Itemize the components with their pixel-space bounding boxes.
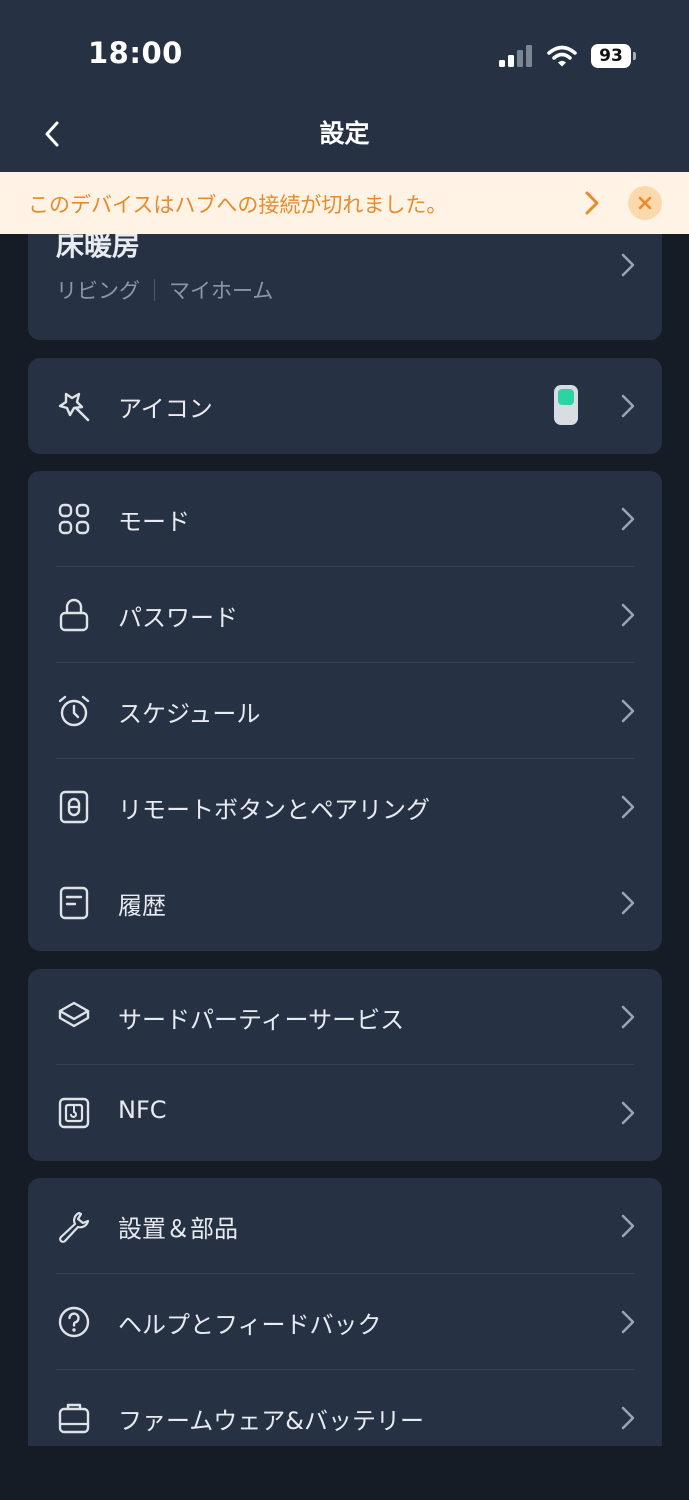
firmware-icon — [56, 1400, 92, 1436]
list-item-firmware-battery[interactable]: ファームウェア&バッテリー — [28, 1370, 662, 1466]
chevron-right-icon[interactable] — [578, 187, 606, 219]
chevron-right-icon — [618, 1002, 638, 1032]
chevron-right-icon — [618, 504, 638, 534]
banner-close-button[interactable] — [628, 186, 662, 220]
chevron-right-icon — [618, 1403, 638, 1433]
device-thumbnail-screen — [558, 389, 574, 405]
list-item-mode[interactable]: モード — [28, 471, 662, 567]
row-label: 履歴 — [118, 892, 166, 920]
lock-icon — [56, 597, 92, 633]
list-item-schedule[interactable]: スケジュール — [28, 663, 662, 759]
meta-divider — [154, 279, 155, 301]
list-item-help[interactable]: ヘルプとフィードバック — [28, 1274, 662, 1370]
settings-group-1: モード パスワード スケジュール リモートボタンとペアリング 履歴 — [28, 471, 662, 951]
signal-icon — [499, 45, 533, 67]
chevron-right-icon — [618, 1098, 638, 1128]
list-item-history[interactable]: 履歴 — [28, 855, 662, 951]
document-icon — [56, 885, 92, 921]
chevron-right-icon — [618, 600, 638, 630]
row-label: アイコン — [118, 395, 213, 423]
top-bar: 18:00 93 設定 — [0, 0, 689, 172]
row-label: モード — [118, 508, 190, 536]
chevron-right-icon — [618, 1307, 638, 1337]
list-item-icon[interactable]: アイコン — [28, 358, 662, 454]
row-label: ファームウェア&バッテリー — [118, 1407, 424, 1435]
nfc-icon — [56, 1095, 92, 1131]
row-label: NFC — [118, 1096, 167, 1124]
device-room: リビング — [56, 279, 140, 303]
list-item-third-party[interactable]: サードパーティーサービス — [28, 969, 662, 1065]
list-item-nfc[interactable]: NFC — [28, 1065, 662, 1161]
battery-indicator: 93 — [591, 44, 636, 68]
device-home: マイホーム — [169, 279, 274, 303]
status-icons: 93 — [499, 40, 636, 72]
wrench-icon — [56, 1208, 92, 1244]
settings-screen: 18:00 93 設定 床暖房 リビング マイホーム このデバイスはハブへの接続… — [0, 0, 689, 1500]
battery-level: 93 — [599, 46, 623, 66]
row-label: リモートボタンとペアリング — [118, 796, 430, 824]
page-title: 設定 — [319, 119, 370, 148]
remote-icon — [56, 789, 92, 825]
status-time: 18:00 — [88, 36, 183, 70]
list-item-password[interactable]: パスワード — [28, 567, 662, 663]
chevron-right-icon — [618, 792, 638, 822]
banner-message: このデバイスはハブへの接続が切れました。 — [28, 193, 448, 217]
list-item-installation[interactable]: 設置＆部品 — [28, 1178, 662, 1274]
row-label: パスワード — [118, 604, 238, 632]
settings-group-2: サードパーティーサービス NFC — [28, 969, 662, 1161]
icon-card: アイコン — [28, 358, 662, 454]
alarm-clock-icon — [56, 693, 92, 729]
list-item-remote-pairing[interactable]: リモートボタンとペアリング — [28, 759, 662, 855]
row-label: サードパーティーサービス — [118, 1006, 405, 1034]
wifi-icon — [547, 45, 577, 67]
chevron-right-icon — [618, 888, 638, 918]
row-label: スケジュール — [118, 700, 261, 728]
grid-icon — [56, 501, 92, 537]
disconnect-banner[interactable]: このデバイスはハブへの接続が切れました。 — [0, 172, 689, 234]
settings-group-3: 設置＆部品 ヘルプとフィードバック ファームウェア&バッテリー — [28, 1178, 662, 1446]
chevron-right-icon — [618, 696, 638, 726]
close-icon — [638, 196, 652, 210]
layers-icon — [56, 999, 92, 1035]
device-thumbnail — [554, 385, 578, 425]
row-label: ヘルプとフィードバック — [118, 1311, 382, 1339]
chevron-right-icon — [618, 1211, 638, 1241]
question-circle-icon — [56, 1304, 92, 1340]
device-location: リビング マイホーム — [56, 275, 273, 305]
row-label: 設置＆部品 — [118, 1215, 238, 1243]
magic-wand-icon — [56, 388, 92, 424]
chevron-right-icon — [618, 250, 638, 280]
chevron-right-icon — [618, 391, 638, 421]
